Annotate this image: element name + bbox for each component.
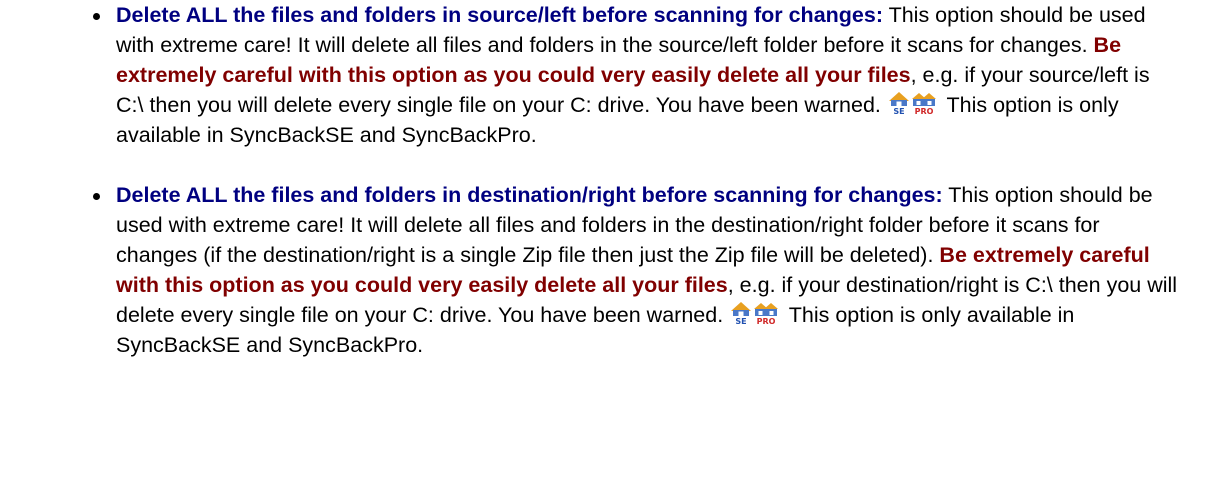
help-content: Delete ALL the files and folders in sour… bbox=[0, 0, 1212, 360]
option-delete-source-before-scan: Delete ALL the files and folders in sour… bbox=[38, 0, 1178, 150]
svg-text:SE: SE bbox=[736, 317, 747, 325]
bullet-icon bbox=[93, 13, 100, 20]
option-delete-destination-before-scan: Delete ALL the files and folders in dest… bbox=[38, 180, 1178, 360]
svg-text:PRO: PRO bbox=[757, 317, 776, 325]
bullet-icon bbox=[93, 193, 100, 200]
syncbackpro-icon: PRO bbox=[911, 93, 936, 115]
syncbackpro-icon: PRO bbox=[754, 303, 779, 325]
option-title: Delete ALL the files and folders in sour… bbox=[116, 3, 883, 27]
svg-text:PRO: PRO bbox=[914, 107, 933, 115]
syncbackse-icon: SE bbox=[888, 92, 909, 115]
options-list: Delete ALL the files and folders in sour… bbox=[38, 0, 1178, 360]
syncbackse-icon: SE bbox=[731, 302, 752, 325]
option-title: Delete ALL the files and folders in dest… bbox=[116, 183, 943, 207]
svg-text:SE: SE bbox=[893, 107, 904, 115]
